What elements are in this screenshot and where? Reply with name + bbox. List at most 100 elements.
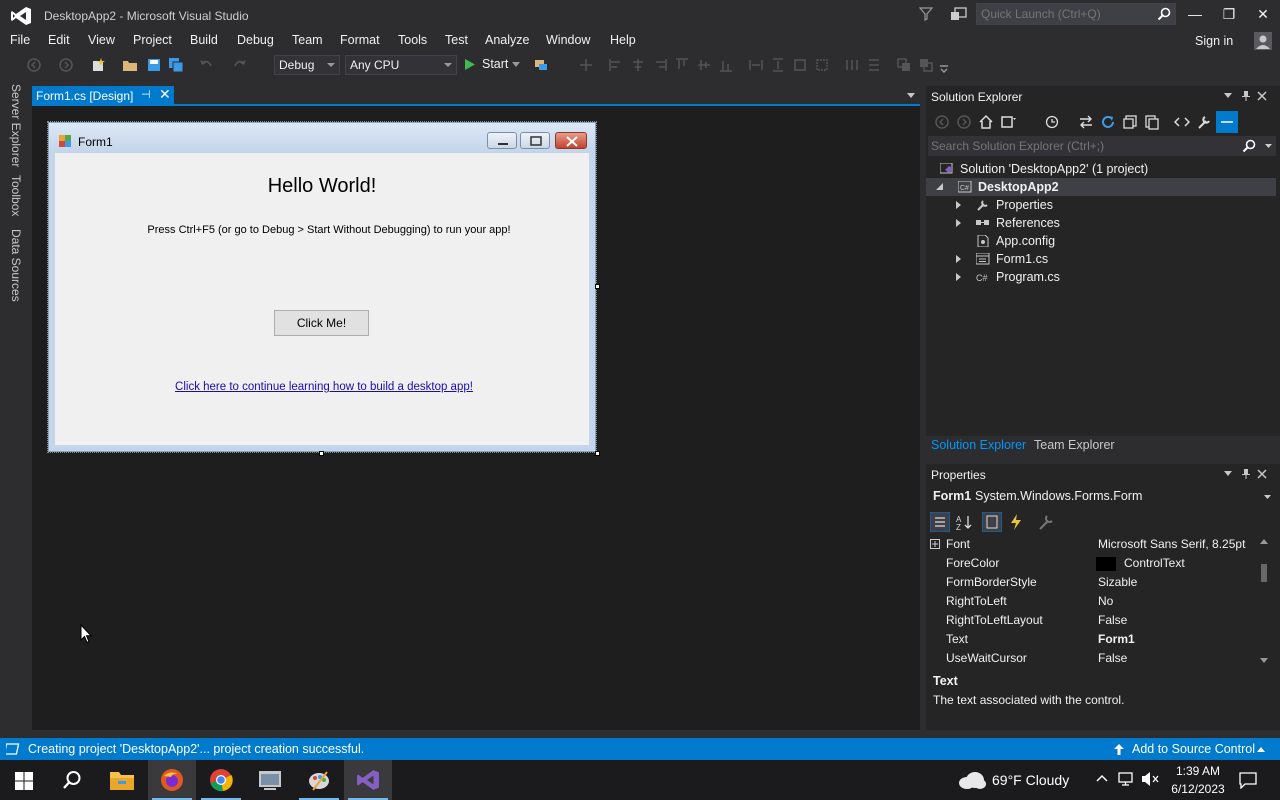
sign-in-link[interactable]: Sign in [1195, 34, 1233, 48]
make-same-width-icon[interactable] [748, 57, 764, 73]
data-sources-tab[interactable]: Data Sources [9, 229, 23, 302]
file-explorer-app[interactable] [98, 760, 146, 800]
feedback-icon[interactable] [950, 6, 968, 22]
menu-analyze[interactable]: Analyze [485, 33, 529, 47]
horizontal-spacing-icon[interactable] [844, 57, 860, 73]
menu-team[interactable]: Team [292, 33, 323, 47]
search-icon[interactable] [1157, 7, 1171, 21]
solution-configuration-select[interactable]: Debug [274, 55, 340, 75]
collapsed-arrow-icon[interactable] [956, 273, 961, 281]
learn-more-link[interactable]: Click here to continue learning how to b… [55, 381, 593, 393]
network-icon[interactable] [1118, 771, 1136, 787]
clock-time[interactable]: 1:39 AM [1168, 764, 1228, 778]
back-icon[interactable] [934, 114, 950, 130]
navigate-back-icon[interactable] [26, 57, 42, 73]
home-icon[interactable] [978, 114, 994, 130]
property-row-righttoleft[interactable]: RightToLeft No [926, 592, 1256, 611]
search-icon[interactable] [1242, 139, 1256, 153]
toolbar-overflow-icon[interactable] [936, 57, 952, 73]
align-lefts-icon[interactable] [608, 57, 624, 73]
tab-form1-design[interactable]: Form1.cs [Design] ⊣ ✕ [32, 86, 174, 105]
save-all-icon[interactable] [168, 57, 184, 73]
tree-item-properties[interactable]: Properties [926, 196, 1276, 214]
notifications-icon[interactable] [1239, 771, 1257, 789]
solution-platform-select[interactable]: Any CPU [345, 55, 457, 75]
align-tops-icon[interactable] [674, 57, 690, 73]
app-window-icon[interactable] [246, 760, 294, 800]
property-value[interactable]: No [1098, 594, 1113, 608]
properties-wrench-icon[interactable] [1196, 114, 1212, 130]
resize-handle-right[interactable] [595, 284, 600, 289]
alphabetical-icon[interactable]: AZ [954, 512, 974, 532]
sync-with-document-icon[interactable] [1078, 114, 1094, 130]
refresh-icon[interactable] [1100, 114, 1116, 130]
property-row-font[interactable]: Font Microsoft Sans Serif, 8.25pt [926, 535, 1256, 554]
make-same-size-icon[interactable] [792, 57, 808, 73]
menu-edit[interactable]: Edit [48, 33, 70, 47]
firefox-app[interactable] [148, 760, 196, 800]
expand-plus-icon[interactable] [930, 539, 940, 549]
menu-tools[interactable]: Tools [398, 33, 427, 47]
tree-item-form1[interactable]: Form1.cs [926, 250, 1276, 268]
tab-solution-explorer[interactable]: Solution Explorer [931, 438, 1026, 452]
quick-launch-input[interactable] [981, 6, 1151, 22]
collapse-all-icon[interactable] [1122, 114, 1138, 130]
object-selector[interactable]: Form1 System.Windows.Forms.Form [926, 488, 1280, 506]
menu-build[interactable]: Build [190, 33, 218, 47]
solution-explorer-search[interactable] [928, 136, 1276, 156]
document-list-dropdown-icon[interactable] [907, 93, 915, 98]
vertical-spacing-icon[interactable] [866, 57, 882, 73]
align-middles-icon[interactable] [696, 57, 712, 73]
tree-item-app-config[interactable]: App.config [926, 232, 1276, 250]
chevron-down-icon[interactable] [1264, 495, 1271, 499]
close-panel-icon[interactable] [1257, 469, 1267, 479]
visual-studio-app[interactable] [344, 760, 392, 800]
tree-item-program[interactable]: C# Program.cs [926, 268, 1276, 286]
form-client-area[interactable]: Hello World! Press Ctrl+F5 (or go to Deb… [55, 153, 589, 445]
show-all-files-icon[interactable] [1144, 114, 1160, 130]
resize-handle-corner[interactable] [595, 451, 600, 456]
property-value[interactable]: ControlText [1124, 556, 1185, 570]
taskbar-search-button[interactable] [48, 760, 96, 800]
expanded-arrow-icon[interactable] [936, 183, 944, 191]
chevron-up-icon[interactable] [1096, 774, 1108, 782]
property-row-text[interactable]: Text Form1 [926, 630, 1256, 649]
paint-app[interactable] [295, 760, 343, 800]
send-to-back-icon[interactable] [918, 57, 934, 73]
chevron-down-icon[interactable] [512, 62, 520, 67]
align-to-grid-icon[interactable] [578, 57, 594, 73]
bring-to-front-icon[interactable] [896, 57, 912, 73]
resize-handle-bottom[interactable] [319, 451, 324, 456]
close-button[interactable]: ✕ [1251, 4, 1275, 24]
weather-widget[interactable]: 69°F Cloudy [992, 772, 1069, 788]
open-file-icon[interactable] [122, 57, 138, 73]
property-row-forecolor[interactable]: ForeColor ControlText [926, 554, 1256, 573]
property-value[interactable]: False [1098, 613, 1127, 627]
menu-debug[interactable]: Debug [237, 33, 274, 47]
align-bottoms-icon[interactable] [718, 57, 734, 73]
redo-icon[interactable] [232, 57, 248, 73]
properties-scrollbar[interactable] [1258, 536, 1270, 666]
collapsed-arrow-icon[interactable] [956, 219, 961, 227]
instructions-label[interactable]: Press Ctrl+F5 (or go to Debug > Start Wi… [55, 224, 603, 236]
undo-icon[interactable] [198, 57, 214, 73]
property-value[interactable]: Form1 [1098, 632, 1135, 646]
property-row-righttoleftlayout[interactable]: RightToLeftLayout False [926, 611, 1256, 630]
notification-filter-icon[interactable] [918, 6, 934, 22]
designer-form[interactable]: Form1 Hello World! Press Ctrl+F5 (or go … [48, 122, 596, 452]
view-code-icon[interactable] [1174, 114, 1190, 130]
tree-item-project[interactable]: C# DesktopApp2 [926, 178, 1276, 196]
menu-format[interactable]: Format [340, 33, 380, 47]
click-me-button[interactable]: Click Me! [274, 310, 369, 336]
tree-item-solution[interactable]: Solution 'DesktopApp2' (1 project) [926, 160, 1276, 178]
events-icon[interactable] [1006, 512, 1026, 532]
solution-search-input[interactable] [931, 138, 1231, 154]
collapsed-arrow-icon[interactable] [956, 201, 961, 209]
properties-view-icon[interactable] [982, 512, 1002, 532]
tab-team-explorer[interactable]: Team Explorer [1034, 438, 1115, 452]
auto-hide-pin-icon[interactable] [1241, 468, 1251, 480]
restore-button[interactable]: ❐ [1217, 4, 1241, 24]
make-same-height-icon[interactable] [770, 57, 786, 73]
user-avatar-icon[interactable] [1254, 32, 1272, 50]
property-pages-icon[interactable] [1036, 512, 1056, 532]
